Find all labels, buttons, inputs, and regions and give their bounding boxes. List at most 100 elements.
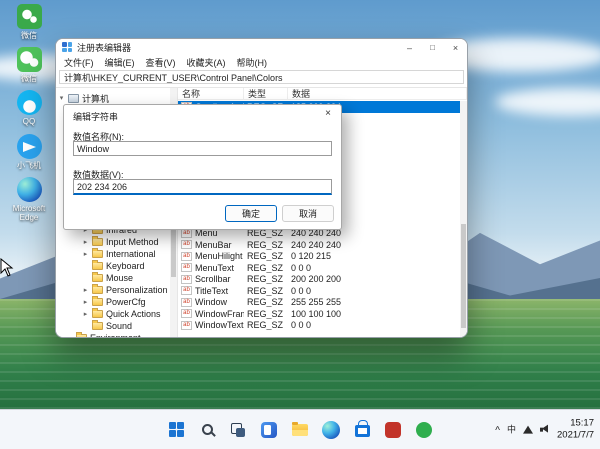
desktop-icon[interactable]: 小飞机 [2,134,56,170]
chevron-down-icon[interactable]: ▾ [58,94,65,102]
desktop-icon[interactable]: 微信 [2,4,56,40]
tree-item[interactable]: ▸Input Method [56,236,170,248]
chevron-right-icon[interactable]: ▸ [82,310,89,318]
table-row[interactable]: MenuTextREG_SZ0 0 0 [178,262,460,274]
desktop-icon-label: 微信 [21,74,37,83]
table-row[interactable]: WindowFrameREG_SZ100 100 100 [178,308,460,320]
edge-icon [322,421,340,439]
computer-icon [68,94,79,103]
table-row[interactable]: TitleTextREG_SZ0 0 0 [178,285,460,297]
green-icon [416,422,432,438]
task-view-button[interactable] [225,417,251,443]
string-value-icon [181,286,192,295]
value-data: 255 255 255 [288,297,460,307]
table-row[interactable]: ScrollbarREG_SZ200 200 200 [178,274,460,286]
ime-indicator[interactable]: 中 [507,423,516,436]
menu-item[interactable]: 收藏夹(A) [182,56,231,69]
value-name-cell: TitleText [178,286,244,296]
network-icon[interactable] [523,426,533,434]
column-header-data[interactable]: 数据 [288,88,467,99]
value-name-cell: WindowFrame [178,309,244,319]
tree-item[interactable]: Environment [56,332,170,337]
desktop-icon[interactable]: 微信 [2,47,56,83]
table-row[interactable]: MenuHilightREG_SZ0 120 215 [178,251,460,263]
minimize-icon[interactable] [398,39,421,56]
title-bar[interactable]: 注册表编辑器 [56,39,467,56]
chevron-right-icon[interactable]: ▸ [82,298,89,306]
search-button[interactable] [194,417,220,443]
folder-icon [76,334,87,337]
value-data: 100 100 100 [288,309,460,319]
list-scrollbar-thumb[interactable] [461,224,466,328]
maximize-icon[interactable] [421,39,444,56]
column-header-type[interactable]: 类型 [244,88,288,99]
table-row[interactable]: WindowREG_SZ255 255 255 [178,297,460,309]
string-value-icon [181,275,192,284]
string-value-icon [181,309,192,318]
tree-item[interactable]: ▸International [56,248,170,260]
list-header: 名称 类型 数据 [178,88,467,100]
chevron-right-icon[interactable]: ▸ [82,250,89,258]
widgets-button[interactable] [256,417,282,443]
red-icon [385,422,401,438]
menu-item[interactable]: 帮助(H) [232,56,273,69]
chevron-right-icon[interactable]: ▸ [82,238,89,246]
value-name: WindowFrame [195,309,244,319]
explorer-icon [292,424,308,436]
value-name-cell: MenuBar [178,240,244,250]
regedit-window: 注册表编辑器 文件(F)编辑(E)查看(V)收藏夹(A)帮助(H) 计算机\HK… [55,38,468,338]
plane-icon [17,134,42,159]
value-data: 240 240 240 [288,240,460,250]
value-name: WindowText [195,320,244,330]
value-name-field[interactable]: Window [73,141,332,156]
column-header-name[interactable]: 名称 [178,88,244,99]
value-name: MenuText [195,263,234,273]
value-name-cell: WindowText [178,320,244,330]
menu-item[interactable]: 文件(F) [59,56,99,69]
start-button[interactable] [163,417,189,443]
list-scrollbar[interactable] [460,101,467,337]
tree-item[interactable]: Sound [56,320,170,332]
clock-time: 15:17 [557,417,594,429]
hidden-icons-chevron-icon[interactable] [495,421,500,439]
store-button[interactable] [349,417,375,443]
value-data-field[interactable]: 202 234 206 [73,179,332,195]
value-type: REG_SZ [244,263,288,273]
tree-item[interactable]: ▸Quick Actions [56,308,170,320]
value-type: REG_SZ [244,274,288,284]
desktop-icon[interactable]: Microsoft Edge [2,177,56,222]
app-red-button[interactable] [380,417,406,443]
edge-button[interactable] [318,417,344,443]
store-icon [355,425,370,437]
value-name: Window [195,297,227,307]
address-bar[interactable]: 计算机\HKEY_CURRENT_USER\Control Panel\Colo… [59,70,464,84]
cancel-button[interactable]: 取消 [282,205,334,222]
menu-item[interactable]: 查看(V) [141,56,181,69]
tree-item[interactable]: Keyboard [56,260,170,272]
value-data: 0 0 0 [288,286,460,296]
value-name: Scrollbar [195,274,231,284]
desktop-icons: 微信微信QQ小飞机Microsoft Edge [2,4,56,222]
start-icon [169,422,184,437]
table-row[interactable]: WindowTextREG_SZ0 0 0 [178,320,460,332]
table-row[interactable]: MenuBarREG_SZ240 240 240 [178,239,460,251]
chevron-right-icon[interactable]: ▸ [82,286,89,294]
file-explorer-button[interactable] [287,417,313,443]
tree-item[interactable]: ▸PowerCfg [56,296,170,308]
folder-icon [92,274,103,282]
tree-item[interactable]: ▾计算机 [56,92,170,104]
tree-item[interactable]: ▸Personalization [56,284,170,296]
value-name-cell: Scrollbar [178,274,244,284]
menu-item[interactable]: 编辑(E) [100,56,140,69]
string-value-icon [181,298,192,307]
volume-icon[interactable] [540,425,550,434]
ok-button[interactable]: 确定 [225,205,277,222]
tree-item[interactable]: Mouse [56,272,170,284]
desktop-icon[interactable]: QQ [2,90,56,126]
value-name: TitleText [195,286,228,296]
value-name: MenuHilight [195,251,243,261]
clock[interactable]: 15:17 2021/7/7 [557,417,594,442]
dialog-close-icon[interactable] [315,105,341,122]
app-green-button[interactable] [411,417,437,443]
close-icon[interactable] [444,39,467,56]
